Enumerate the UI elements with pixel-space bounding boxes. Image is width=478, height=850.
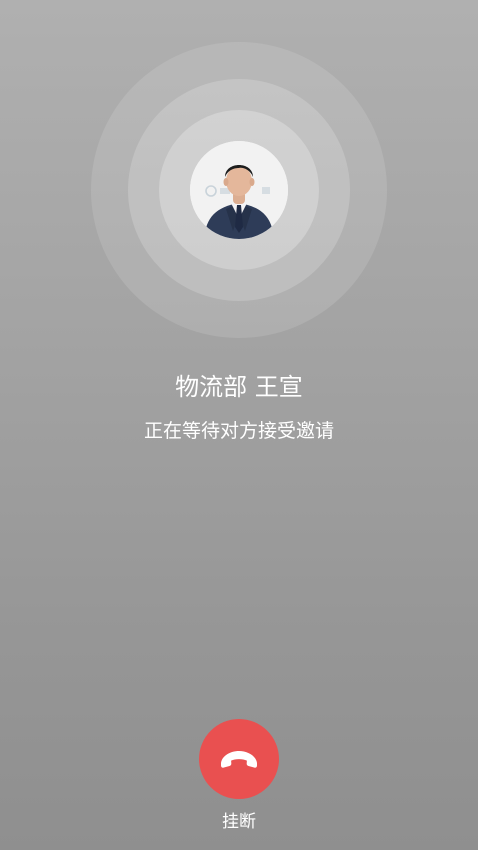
phone-hangup-icon <box>221 751 257 768</box>
person-portrait-icon <box>190 141 288 239</box>
call-status-text: 正在等待对方接受邀请 <box>143 420 334 442</box>
caller-name: 物流部 王宣 <box>175 373 303 401</box>
hangup-button[interactable] <box>199 719 279 799</box>
call-screen: 物流部 王宣 正在等待对方接受邀请 挂断 <box>0 0 478 850</box>
hangup-label: 挂断 <box>222 812 256 832</box>
calling-ripple <box>91 42 387 338</box>
caller-avatar <box>190 141 288 239</box>
